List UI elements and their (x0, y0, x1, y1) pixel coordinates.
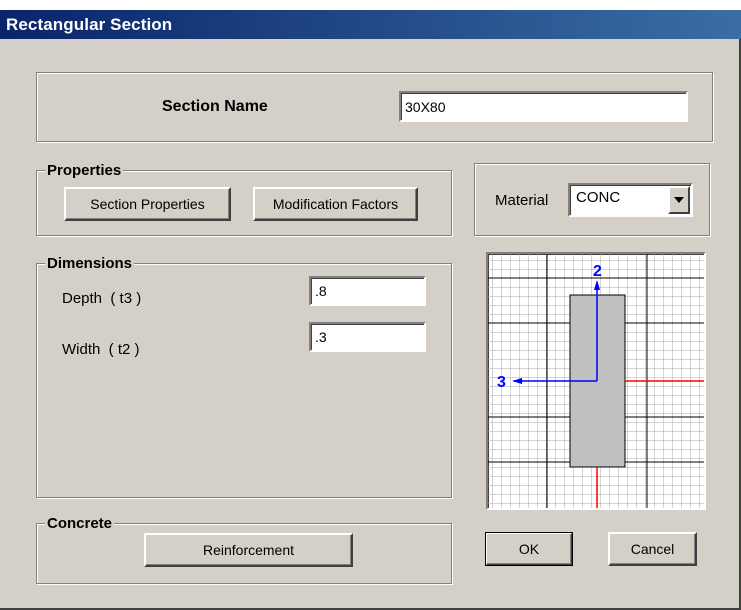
material-select[interactable]: CONC (568, 183, 693, 217)
axis-3-label: 3 (497, 374, 506, 391)
section-name-label: Section Name (162, 98, 268, 115)
modification-factors-button[interactable]: Modification Factors (253, 187, 418, 221)
concrete-group-label: Concrete (45, 515, 115, 532)
material-label: Material (495, 192, 549, 209)
depth-label: Depth ( t3 ) (62, 290, 142, 307)
title-bar[interactable]: Rectangular Section (0, 10, 741, 39)
axis-2-label: 2 (593, 263, 602, 280)
depth-input[interactable] (309, 276, 426, 306)
dimensions-group-label: Dimensions (45, 255, 135, 272)
ok-button[interactable]: OK (485, 532, 573, 566)
section-properties-button[interactable]: Section Properties (64, 187, 231, 221)
cancel-button[interactable]: Cancel (608, 532, 697, 566)
material-selected-value: CONC (576, 189, 621, 206)
width-label: Width ( t2 ) (62, 341, 140, 358)
chevron-down-icon[interactable] (668, 186, 690, 214)
reinforcement-button[interactable]: Reinforcement (144, 533, 353, 567)
window-title: Rectangular Section (6, 15, 173, 34)
properties-group-label: Properties (45, 162, 124, 179)
section-preview: 2 3 (486, 252, 706, 510)
section-preview-drawing: 2 3 (488, 254, 704, 508)
top-strip (0, 0, 741, 10)
section-name-input[interactable] (399, 91, 688, 122)
width-input[interactable] (309, 322, 426, 352)
